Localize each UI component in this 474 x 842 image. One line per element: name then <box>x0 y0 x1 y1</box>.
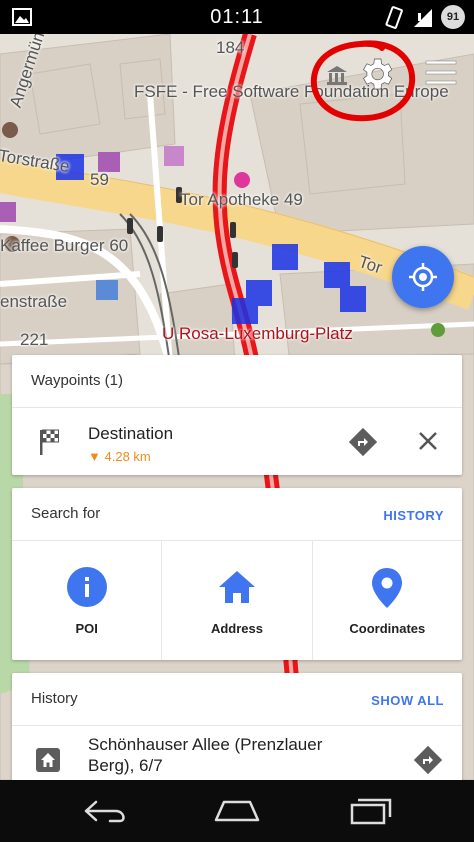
museum-icon <box>327 66 347 85</box>
status-bar: 01:11 91 <box>0 0 474 34</box>
home-icon <box>36 748 60 772</box>
map-label-house-221: 221 <box>20 330 49 349</box>
recent-apps-button[interactable] <box>346 796 396 826</box>
remove-waypoint-button[interactable] <box>417 430 439 452</box>
waypoints-card: Waypoints (1) Destination ▼ 4.28 km <box>12 355 462 475</box>
search-options: POI Address Coordinates <box>12 541 462 660</box>
info-icon <box>66 567 107 607</box>
map-label-tor-apotheke: Tor Apotheke 49 <box>180 190 303 209</box>
map-label-house-184: 184 <box>216 38 245 57</box>
arrow-down-icon: ▼ <box>88 449 101 464</box>
search-title: Search for <box>31 505 101 522</box>
history-card: History SHOW ALL Schönhauser Allee (Pren… <box>12 673 462 783</box>
search-option-label: Address <box>210 621 263 636</box>
search-option-address[interactable]: Address <box>162 541 313 660</box>
vibrate-icon <box>385 6 403 29</box>
waypoint-name: Destination <box>88 424 174 443</box>
history-title: History <box>31 690 78 707</box>
waypoint-item[interactable]: Destination ▼ 4.28 km <box>12 408 462 475</box>
search-option-coordinates[interactable]: Coordinates <box>313 541 462 660</box>
directions-button[interactable] <box>414 746 442 774</box>
signal-icon <box>414 9 432 27</box>
show-all-link[interactable]: SHOW ALL <box>371 693 444 708</box>
home-icon <box>218 571 255 603</box>
search-option-label: POI <box>75 621 98 636</box>
checkered-flag-icon <box>40 429 59 455</box>
location-pin-icon <box>372 568 403 608</box>
history-link[interactable]: HISTORY <box>383 508 444 523</box>
settings-button[interactable] <box>356 54 396 94</box>
waypoints-title: Waypoints (1) <box>31 372 123 389</box>
directions-button[interactable] <box>349 428 377 456</box>
my-location-button[interactable] <box>392 246 454 308</box>
map-label-enstrasse: enstraße <box>0 292 68 311</box>
battery-icon: 91 <box>441 5 465 29</box>
waypoint-distance: ▼ 4.28 km <box>88 449 151 464</box>
history-item[interactable]: Schönhauser Allee (Prenzlauer Berg), 6/7 <box>12 726 462 784</box>
search-header: Search for HISTORY <box>12 488 462 541</box>
back-button[interactable] <box>80 796 130 826</box>
home-button[interactable] <box>212 796 262 826</box>
map-label-kaffee-burger: Kaffee Burger 60 <box>0 236 129 255</box>
history-item-text: Schönhauser Allee (Prenzlauer Berg), 6/7 <box>88 735 323 775</box>
waypoint-distance-value: 4.28 km <box>104 449 151 464</box>
navigation-bar <box>0 780 474 842</box>
search-option-label: Coordinates <box>349 621 426 636</box>
waypoints-header: Waypoints (1) <box>12 355 462 408</box>
search-card: Search for HISTORY POI Address Coordinat… <box>12 488 462 660</box>
map-label-house-59: 59 <box>90 170 109 189</box>
crosshair-icon <box>409 263 437 291</box>
search-option-poi[interactable]: POI <box>12 541 163 660</box>
map-label-metro-station: U Rosa-Luxemburg-Platz <box>162 324 353 343</box>
history-header: History SHOW ALL <box>12 673 462 726</box>
menu-button[interactable] <box>424 58 458 88</box>
